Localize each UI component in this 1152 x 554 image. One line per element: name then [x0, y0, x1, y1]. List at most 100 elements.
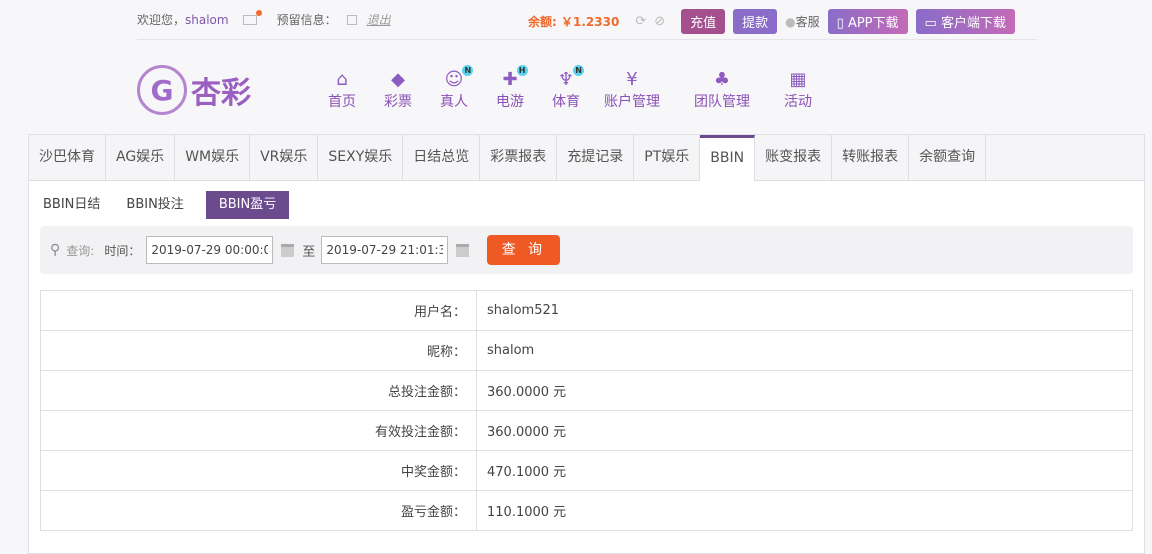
start-time-input[interactable] [146, 236, 274, 264]
welcome-text: 欢迎您， [137, 13, 186, 27]
table-row: 盈亏金额： 110.1000 元 [40, 490, 1133, 531]
yen-coin-icon: ¥ [626, 69, 638, 90]
report-tab[interactable]: 彩票报表 [480, 135, 558, 180]
withdraw-button[interactable]: 提款 [733, 9, 778, 34]
service-icon: ● [785, 15, 796, 29]
report-tab[interactable]: AG娱乐 [106, 135, 176, 180]
nav-label: 首页 [328, 94, 356, 110]
client-download-label: 客户端下载 [940, 16, 1006, 31]
logo-emblem-icon: G [137, 65, 187, 115]
sub-tab[interactable]: BBIN盈亏 [205, 191, 290, 219]
report-tab[interactable]: SEXY娱乐 [318, 135, 404, 180]
main-nav: G 杏彩 ⌂ 首页 ◆ 彩票 ☺ N 真人 ✚ H 电游 ♆ N 体育 ¥ 账户管理 ♣ 团队管理 ▦ 活动 [137, 60, 846, 120]
team-icon: ♣ [713, 69, 731, 90]
row-label: 昵称： [40, 330, 477, 371]
deposit-button[interactable]: 充值 [681, 9, 726, 34]
nav-item[interactable]: ⌂ 首页 [328, 69, 356, 111]
balance: 余额: ￥1.2330 [528, 13, 619, 30]
nav-label: 真人 [440, 94, 468, 110]
report-tab[interactable]: 账变报表 [755, 135, 833, 180]
edit-icon[interactable] [346, 14, 357, 25]
row-value: shalom [476, 330, 1133, 371]
time-label: 时间： [104, 243, 141, 258]
ticket-icon: ◆ [391, 69, 405, 90]
nav-label: 活动 [784, 94, 812, 110]
report-tab[interactable]: 充提记录 [557, 135, 635, 180]
badge: H [516, 65, 528, 76]
app-download-button[interactable]: ▯ APP下载 [827, 9, 908, 34]
top-bar: 欢迎您， shalom 预留信息： 退出 余额: ￥1.2330 ⟳ ⊘ 充值 提… [137, 0, 1037, 40]
sub-tab[interactable]: BBIN日结 [39, 191, 104, 219]
balance-label: 余额: [528, 15, 557, 29]
calendar-icon[interactable] [281, 243, 295, 257]
report-tab[interactable]: 余额查询 [909, 135, 987, 180]
nav-label: 账户管理 [604, 94, 660, 110]
nav-item[interactable]: ¥ 账户管理 [604, 69, 660, 111]
report-panel: 沙巴体育 AG娱乐 WM娱乐 VR娱乐 SEXY娱乐 日结总览 彩票报表 充提记录 PT娱乐 BB… [28, 134, 1145, 554]
report-tab[interactable]: PT娱乐 [634, 135, 701, 180]
badge: N [462, 65, 474, 76]
report-tab[interactable]: 转账报表 [832, 135, 910, 180]
nav-item[interactable]: ◆ 彩票 [384, 69, 412, 111]
nav-label: 体育 [552, 94, 580, 110]
report-tab[interactable]: 日结总览 [403, 135, 481, 180]
mail-icon[interactable] [242, 9, 262, 25]
monitor-icon: ▭ [924, 16, 941, 31]
sub-tabs: BBIN日结 BBIN投注 BBIN盈亏 [39, 191, 1144, 219]
report-tabs: 沙巴体育 AG娱乐 WM娱乐 VR娱乐 SEXY娱乐 日结总览 彩票报表 充提记录 PT娱乐 BB… [29, 135, 1144, 181]
row-label: 有效投注金额： [40, 410, 477, 451]
reserve-label: 预留信息： [276, 13, 337, 27]
query-bar: ⚲ 查询: 时间： 至 查 询 [40, 226, 1133, 274]
row-label: 总投注金额： [40, 370, 477, 411]
logo-text: 杏彩 [191, 76, 251, 111]
client-download-button[interactable]: ▭ 客户端下载 [915, 9, 1015, 34]
logout-link[interactable]: 退出 [367, 11, 391, 28]
report-tab[interactable]: 沙巴体育 [29, 135, 106, 180]
live-dealer-icon: ☺ N [445, 65, 474, 91]
row-value: 110.1000 元 [476, 490, 1133, 531]
row-value: 360.0000 元 [476, 370, 1133, 411]
query-label: 查询: [66, 243, 95, 258]
nav-label: 彩票 [384, 94, 412, 110]
row-value: shalom521 [476, 290, 1133, 331]
service-link[interactable]: ●客服 [785, 13, 820, 30]
trophy-icon: ♆ N [558, 65, 585, 91]
gift-icon: ▦ [789, 69, 807, 90]
report-tab[interactable]: VR娱乐 [250, 135, 319, 180]
end-time-input[interactable] [321, 236, 449, 264]
balance-value: ￥1.2330 [561, 15, 620, 29]
row-label: 中奖金额： [40, 450, 477, 491]
hide-eye-icon[interactable]: ⊘ [654, 14, 665, 29]
nav-item[interactable]: ✚ H 电游 [496, 65, 528, 111]
username: shalom [185, 12, 229, 27]
calendar-icon[interactable] [456, 243, 470, 257]
home-icon: ⌂ [336, 69, 348, 90]
sub-tab[interactable]: BBIN投注 [122, 191, 187, 219]
row-label: 盈亏金额： [40, 490, 477, 531]
refresh-icon[interactable]: ⟳ [635, 14, 646, 29]
row-value: 360.0000 元 [476, 410, 1133, 451]
report-tab[interactable]: WM娱乐 [175, 135, 251, 180]
nav-item[interactable]: ▦ 活动 [784, 69, 812, 111]
search-icon: ⚲ [50, 242, 61, 258]
service-label: 客服 [795, 15, 820, 29]
gamepad-icon: ✚ H [502, 65, 528, 91]
nav-item[interactable]: ♣ 团队管理 [694, 69, 750, 111]
table-row: 用户名： shalom521 [40, 290, 1133, 331]
table-row: 有效投注金额： 360.0000 元 [40, 410, 1133, 451]
phone-icon: ▯ [836, 16, 848, 31]
report-tab[interactable]: BBIN [700, 135, 756, 181]
to-label: 至 [302, 244, 316, 260]
app-download-label: APP下载 [847, 16, 899, 31]
nav-item[interactable]: ☺ N 真人 [440, 65, 474, 111]
nav-label: 团队管理 [694, 94, 750, 110]
row-value: 470.1000 元 [476, 450, 1133, 491]
logo[interactable]: G 杏彩 [137, 60, 272, 120]
query-button[interactable]: 查 询 [487, 235, 561, 265]
badge: N [573, 65, 585, 76]
table-row: 总投注金额： 360.0000 元 [40, 370, 1133, 411]
table-row: 中奖金额： 470.1000 元 [40, 450, 1133, 491]
nav-item[interactable]: ♆ N 体育 [552, 65, 585, 111]
row-label: 用户名： [40, 290, 477, 331]
summary-table: 用户名： shalom521 昵称： shalom 总投注金额： 360.0000 元有效… [40, 290, 1133, 531]
